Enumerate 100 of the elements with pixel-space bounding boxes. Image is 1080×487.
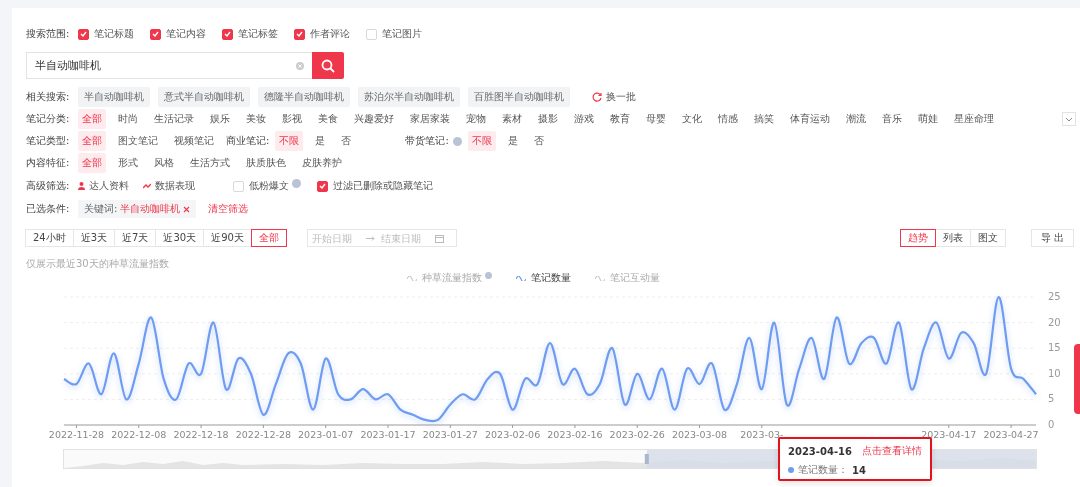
related-search-tag[interactable]: 意式半自动咖啡机 xyxy=(158,87,250,107)
filter-option[interactable]: 时尚 xyxy=(114,109,142,129)
filter-option[interactable]: 风格 xyxy=(150,153,178,173)
wave-icon xyxy=(594,275,605,281)
axis-label: 10 xyxy=(1048,367,1061,379)
time-range-tab[interactable]: 全部 xyxy=(250,229,287,247)
checkbox-label: 低粉爆文 xyxy=(249,179,289,193)
filter-option[interactable]: 不限 xyxy=(467,131,496,151)
clear-filters-link[interactable]: 清空筛选 xyxy=(208,202,249,216)
filter-option[interactable]: 全部 xyxy=(78,131,106,151)
filter-option[interactable]: 情感 xyxy=(714,109,742,129)
filter-option[interactable]: 是 xyxy=(503,131,522,151)
checkbox[interactable] xyxy=(294,28,305,40)
filter-option[interactable]: 搞笑 xyxy=(750,109,778,129)
person-icon xyxy=(78,182,85,190)
related-search-tag[interactable]: 百胜图半自动咖啡机 xyxy=(468,87,570,107)
refresh-link[interactable]: 换一批 xyxy=(606,90,636,104)
axis-label: 5 xyxy=(1048,393,1055,405)
related-search-tag[interactable]: 半自动咖啡机 xyxy=(78,87,150,107)
filter-option[interactable]: 体育运动 xyxy=(786,109,834,129)
related-search-tag[interactable]: 德隆半自动咖啡机 xyxy=(258,87,350,107)
help-icon[interactable] xyxy=(484,271,492,279)
axis-label: 2023-04-17 xyxy=(921,429,977,440)
checkbox[interactable] xyxy=(150,28,161,40)
filter-option[interactable]: 不限 xyxy=(275,131,304,151)
filter-option[interactable]: 生活记录 xyxy=(150,109,198,129)
filter-option[interactable]: 是 xyxy=(311,131,330,151)
filter-option[interactable]: 视频笔记 xyxy=(170,131,218,151)
axis-label: 2022-12-28 xyxy=(235,429,291,440)
checkbox[interactable] xyxy=(317,180,328,192)
expand-button[interactable] xyxy=(1062,112,1076,126)
time-range-tab[interactable]: 近3天 xyxy=(72,229,116,247)
checkbox-label: 笔记内容 xyxy=(166,27,206,41)
refresh-icon[interactable] xyxy=(592,92,602,102)
filter-option[interactable]: 否 xyxy=(529,131,548,151)
filter-option[interactable]: 摄影 xyxy=(534,109,562,129)
filter-option[interactable]: 全部 xyxy=(78,153,106,173)
filter-option[interactable]: 图文笔记 xyxy=(114,131,162,151)
tooltip-date: 2023-04-16 xyxy=(788,445,852,457)
filter-link[interactable]: 达人资料 xyxy=(89,179,129,193)
search-icon xyxy=(321,58,335,73)
axis-label: 2022-11-28 xyxy=(48,429,105,440)
field-label: 笔记分类: xyxy=(26,112,71,126)
arrow-right-icon xyxy=(365,235,375,241)
filter-link[interactable]: 数据表现 xyxy=(155,179,195,193)
axis-label: 0 xyxy=(1048,419,1055,430)
axis-label: 15 xyxy=(1048,342,1061,354)
filter-option[interactable]: 星座命理 xyxy=(950,109,998,129)
filter-option[interactable]: 兴趣爱好 xyxy=(350,109,398,129)
filter-option[interactable]: 美食 xyxy=(314,109,342,129)
filter-option[interactable]: 皮肤养护 xyxy=(298,153,346,173)
filter-option[interactable]: 美妆 xyxy=(242,109,270,129)
filter-option[interactable]: 全部 xyxy=(78,109,106,129)
help-icon[interactable] xyxy=(292,178,301,188)
time-range-tab[interactable]: 近7天 xyxy=(114,229,157,247)
checkbox[interactable] xyxy=(78,28,89,40)
filter-option[interactable]: 娱乐 xyxy=(206,109,234,129)
wave-icon xyxy=(406,275,417,281)
details-link[interactable]: 点击查看详情 xyxy=(862,444,922,458)
filter-option[interactable]: 文化 xyxy=(678,109,706,129)
chevron-down-icon xyxy=(1065,116,1073,122)
filter-option[interactable]: 潮流 xyxy=(842,109,870,129)
field-label: 相关搜索: xyxy=(26,90,71,104)
checkbox[interactable] xyxy=(222,28,233,40)
search-field[interactable]: 半自动咖啡机 xyxy=(26,52,312,79)
axis-label: 2023-02-06 xyxy=(485,429,541,440)
filter-option[interactable]: 母婴 xyxy=(642,109,670,129)
filter-option[interactable]: 否 xyxy=(337,131,356,151)
axis-label: 2023-02-26 xyxy=(609,429,665,440)
filter-option[interactable]: 萌娃 xyxy=(914,109,942,129)
help-icon[interactable] xyxy=(452,136,462,146)
checkbox-label: 作者评论 xyxy=(310,27,350,41)
close-icon[interactable] xyxy=(183,205,191,213)
filter-option[interactable]: 肤质肤色 xyxy=(242,153,290,173)
export-button[interactable]: 导 出 xyxy=(1030,229,1074,247)
related-search-tag[interactable]: 苏泊尔半自动咖啡机 xyxy=(358,87,460,107)
time-range-tab[interactable]: 近30天 xyxy=(155,229,205,247)
axis-label: 2023-01-27 xyxy=(422,429,478,440)
filter-option[interactable]: 宠物 xyxy=(462,109,490,129)
axis-label: 2023-01-07 xyxy=(298,429,354,440)
tag-value: 半自动咖啡机 xyxy=(120,202,181,216)
view-tab[interactable]: 列表 xyxy=(934,229,971,247)
checkbox-label: 过滤已删除或隐藏笔记 xyxy=(333,179,433,193)
filter-option[interactable]: 素材 xyxy=(498,109,526,129)
time-range-tab[interactable]: 24小时 xyxy=(25,229,74,247)
axis-label: 2023-01-17 xyxy=(360,429,416,440)
chart-note: 仅展示最近30天的种草流量指数 xyxy=(26,257,170,271)
filter-option[interactable]: 形式 xyxy=(114,153,142,173)
filter-option[interactable]: 音乐 xyxy=(878,109,906,129)
filter-option[interactable]: 生活方式 xyxy=(186,153,234,173)
filter-option[interactable]: 教育 xyxy=(606,109,634,129)
view-tab[interactable]: 图文 xyxy=(969,229,1006,247)
filter-option[interactable]: 游戏 xyxy=(570,109,598,129)
time-range-tab[interactable]: 近90天 xyxy=(203,229,252,247)
view-tab[interactable]: 趋势 xyxy=(899,229,936,247)
filter-option[interactable]: 影视 xyxy=(278,109,306,129)
legend-item[interactable]: 笔记数量 xyxy=(530,271,571,285)
filter-option[interactable]: 家居家装 xyxy=(406,109,454,129)
tooltip-value: 14 xyxy=(852,464,866,476)
search-button[interactable] xyxy=(312,52,344,79)
